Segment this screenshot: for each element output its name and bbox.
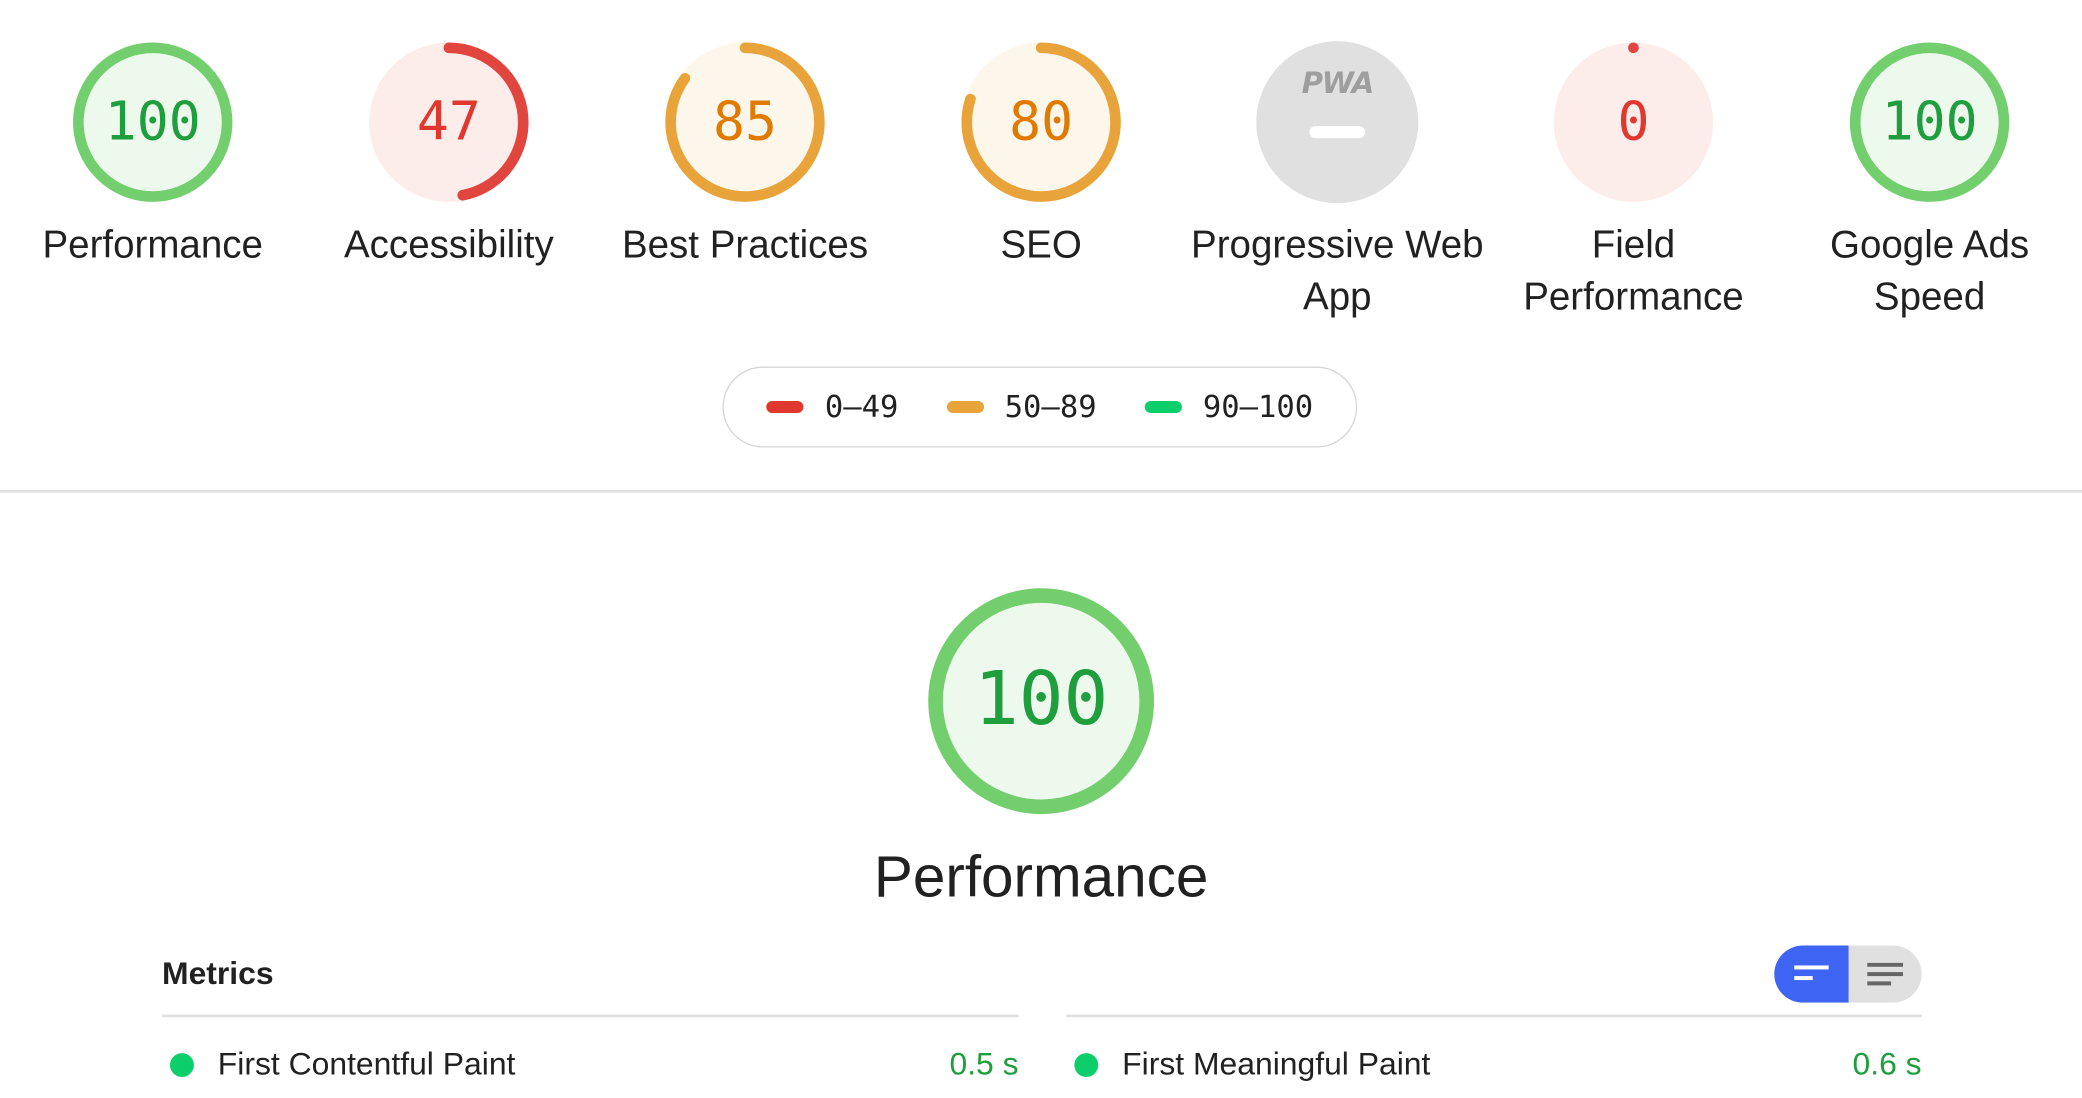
- pwa-status-dash: [1309, 126, 1366, 139]
- metrics-header: Metrics: [162, 956, 274, 993]
- metrics-column-left: First Contentful Paint 0.5 s: [162, 1014, 1019, 1095]
- metric-first-contentful-paint: First Contentful Paint 0.5 s: [162, 1044, 1019, 1086]
- gauge-label: SEO: [1000, 224, 1082, 267]
- metric-value: 0.5 s: [949, 1046, 1019, 1083]
- expanded-view-button[interactable]: [1847, 946, 1921, 1003]
- metrics-view-toggle[interactable]: [1774, 945, 1922, 1003]
- section-divider: [0, 490, 2082, 493]
- score-value: 0: [1617, 91, 1650, 153]
- legend-range: 0–49: [824, 389, 899, 425]
- metrics-divider: [162, 1014, 1019, 1018]
- score-legend: 0–49 50–89 90–100: [722, 366, 1358, 448]
- legend-range: 50–89: [1004, 389, 1097, 425]
- legend-swatch: [946, 401, 984, 414]
- section-title: Performance: [873, 844, 1209, 910]
- pass-status-icon: [169, 1053, 194, 1078]
- legend-item-average: 50–89: [946, 389, 1097, 425]
- pass-status-icon: [1074, 1053, 1099, 1078]
- performance-score-gauge: 100: [927, 587, 1155, 815]
- compact-view-button[interactable]: [1774, 945, 1849, 1003]
- gauge-label: Google Ads Speed: [1830, 224, 2030, 319]
- metric-first-meaningful-paint: First Meaningful Paint 0.6 s: [1066, 1044, 1922, 1086]
- gauge-label: Field Performance: [1523, 224, 1744, 319]
- compact-view-icon: [1794, 965, 1829, 981]
- legend-item-pass: 90–100: [1144, 389, 1314, 425]
- score-value: 85: [713, 91, 777, 153]
- legend-item-fail: 0–49: [766, 389, 899, 425]
- pwa-badge-icon: PWA: [1256, 41, 1419, 204]
- legend-range: 90–100: [1202, 389, 1314, 425]
- score-value: 47: [416, 91, 481, 153]
- metrics-column-right: First Meaningful Paint 0.6 s: [1066, 1014, 1922, 1095]
- gauge-label: Progressive Web App: [1191, 224, 1484, 319]
- pwa-logo-text: PWA: [1301, 67, 1375, 101]
- legend-swatch: [766, 401, 804, 414]
- expanded-view-icon: [1867, 962, 1904, 986]
- gauge-label: Performance: [42, 224, 263, 267]
- score-value: 100: [1881, 91, 1978, 153]
- score-value: 100: [104, 91, 201, 153]
- metrics-divider: [1066, 1014, 1922, 1018]
- metric-value: 0.6 s: [1852, 1046, 1922, 1083]
- gauge-label: Accessibility: [343, 224, 554, 267]
- metric-name: First Meaningful Paint: [1122, 1046, 1431, 1083]
- score-value: 80: [1009, 91, 1074, 153]
- score-value: 100: [973, 656, 1109, 743]
- lighthouse-report: 100 Performance 47 Accessibility 85 Best…: [0, 0, 2082, 1088]
- gauge-label: Best Practices: [621, 224, 869, 267]
- legend-swatch: [1144, 401, 1182, 414]
- metric-name: First Contentful Paint: [217, 1046, 516, 1083]
